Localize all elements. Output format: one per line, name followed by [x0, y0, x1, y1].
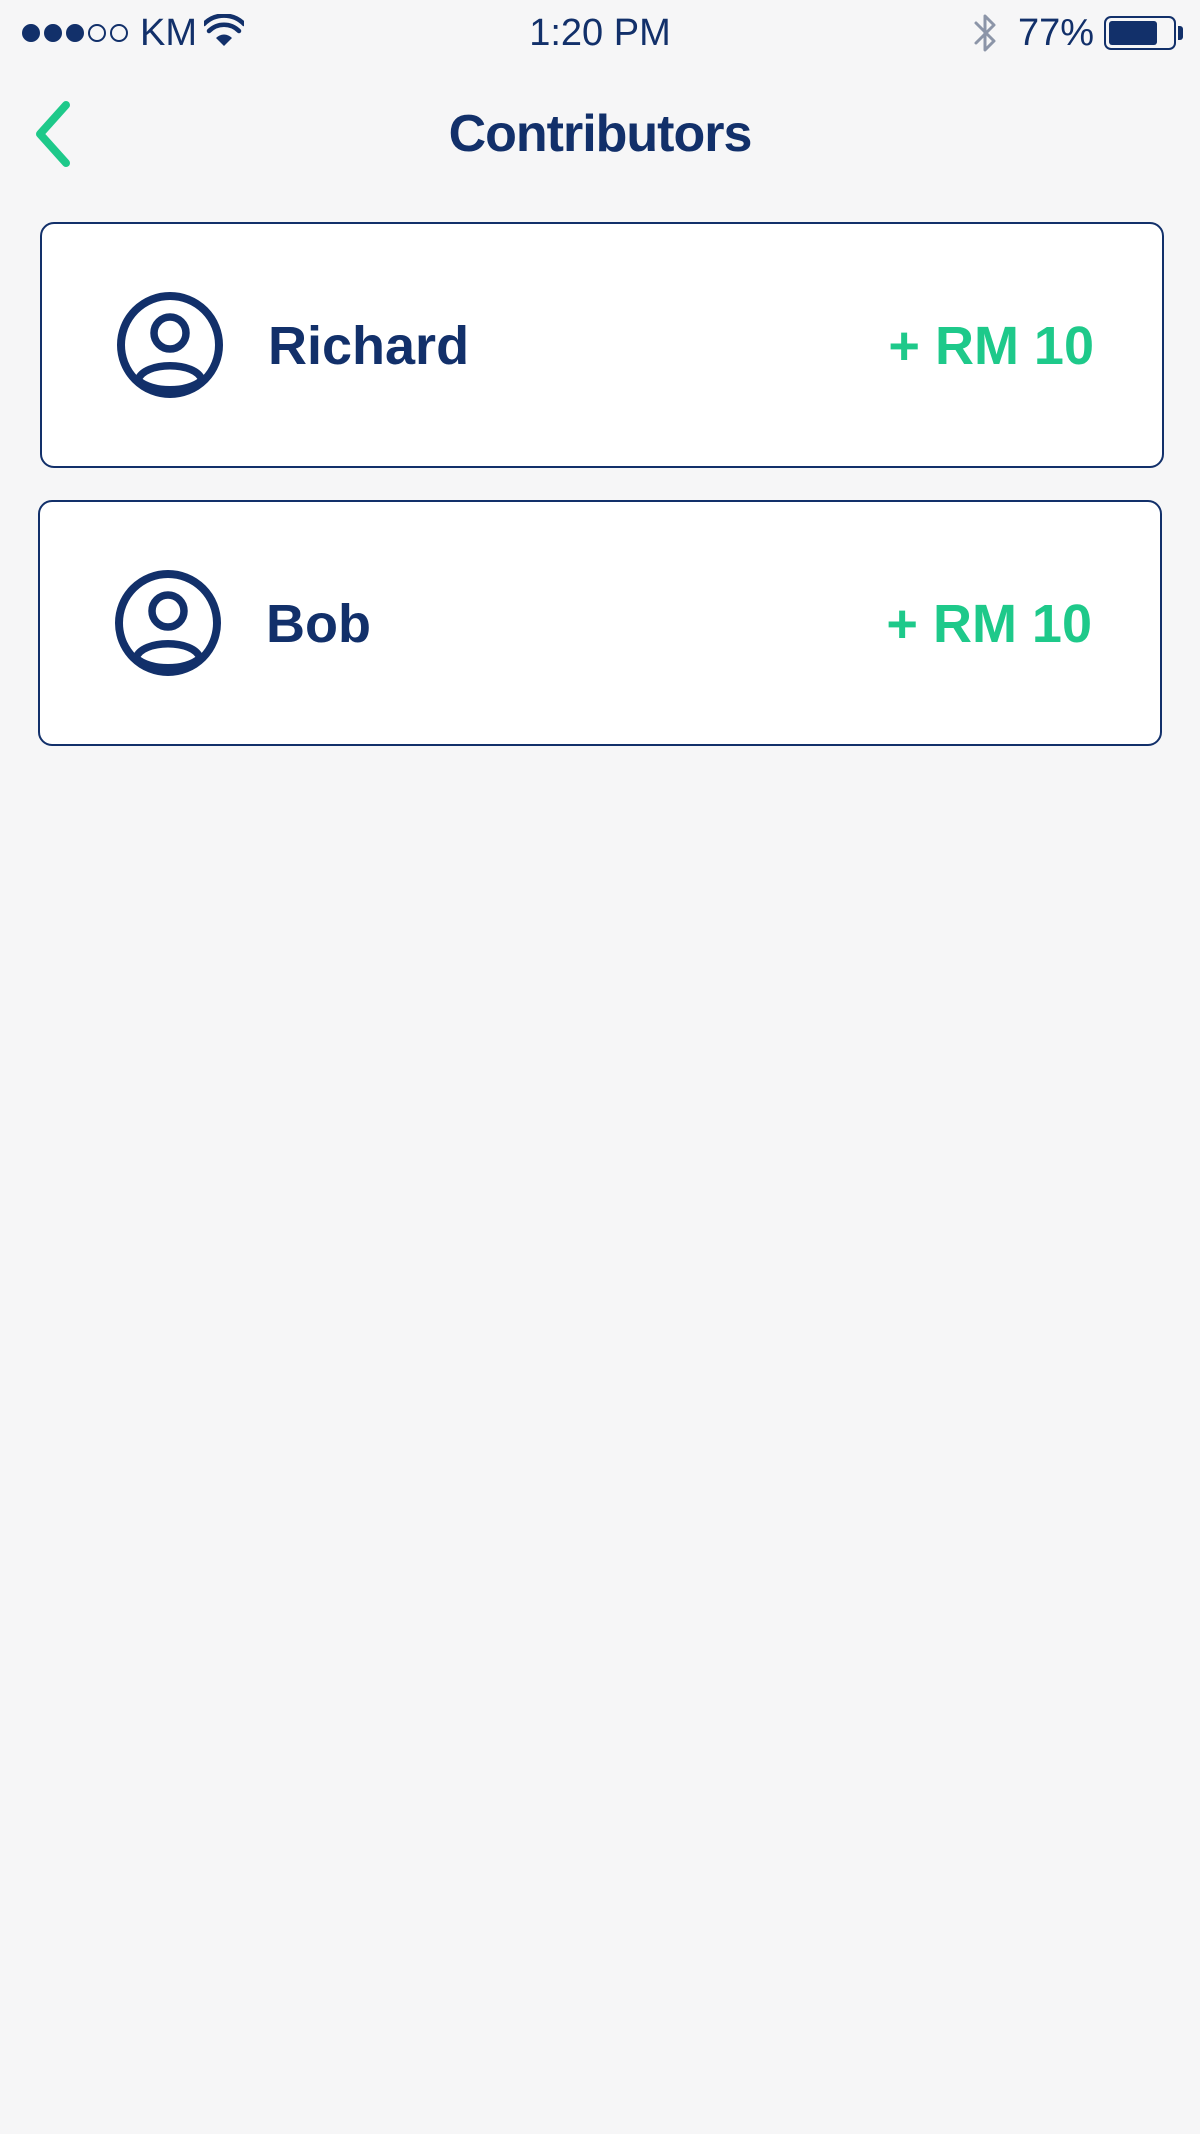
battery-level — [1109, 21, 1157, 45]
navigation-bar: Contributors — [0, 66, 1200, 200]
user-circle-icon — [115, 570, 221, 676]
contributor-name: Richard — [268, 316, 470, 376]
page-title: Contributors — [448, 105, 753, 163]
contribution-amount: + RM 10 — [888, 316, 1094, 376]
contribution-amount: + RM 10 — [886, 594, 1092, 654]
contributor-card[interactable]: Bob + RM 10 — [38, 500, 1162, 746]
battery-tip — [1178, 26, 1183, 40]
user-circle-icon — [117, 292, 223, 398]
bluetooth-icon — [974, 14, 996, 52]
battery-percent: 77% — [1018, 12, 1095, 54]
contributor-card[interactable]: Richard + RM 10 — [40, 222, 1164, 468]
battery-icon — [1104, 16, 1176, 50]
status-bar: KM 1:20 PM 77% — [0, 0, 1200, 66]
contributor-name: Bob — [266, 594, 371, 654]
contributors-screen: KM 1:20 PM 77% Contributors Richard + RM… — [0, 0, 1200, 2134]
